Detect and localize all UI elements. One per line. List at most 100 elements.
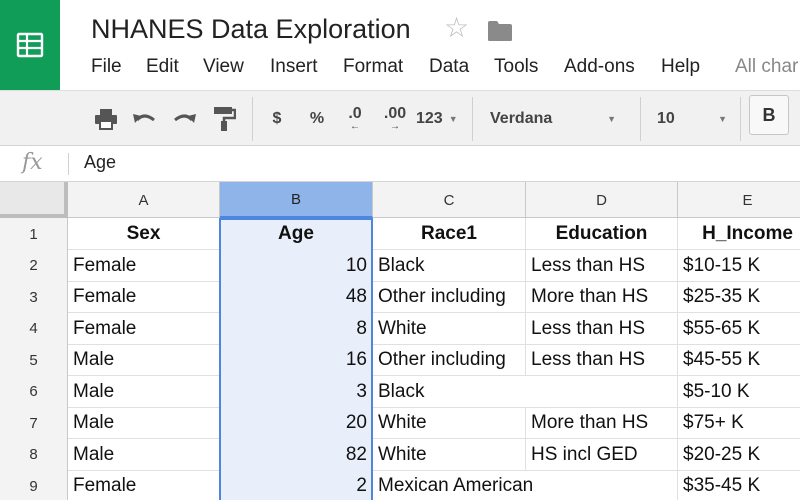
cell-c2[interactable]: Black (373, 249, 526, 282)
cell-b1[interactable]: Age (220, 218, 373, 250)
row-header[interactable]: 7 (0, 407, 68, 439)
cell-e6[interactable]: $5-10 K (678, 376, 800, 408)
menu-tools[interactable]: Tools (494, 56, 538, 78)
cell-c6[interactable]: Black (373, 376, 526, 408)
cell-c7[interactable]: White (373, 407, 526, 439)
cell-c4[interactable]: White (373, 312, 526, 345)
menu-edit[interactable]: Edit (146, 56, 179, 78)
table-row: 9 Female 2 Mexican American $35-45 K (0, 470, 800, 500)
cell-b5[interactable]: 16 (220, 344, 373, 376)
row-header[interactable]: 6 (0, 375, 68, 408)
menu-help[interactable]: Help (661, 56, 700, 78)
increase-decimal-button[interactable]: .00 → (380, 101, 410, 137)
redo-icon[interactable] (170, 101, 198, 137)
column-header-b[interactable]: B (220, 182, 373, 218)
menu-addons[interactable]: Add-ons (564, 56, 635, 78)
column-header-d[interactable]: D (526, 182, 678, 218)
row-header[interactable]: 4 (0, 312, 68, 345)
column-header-c[interactable]: C (373, 182, 526, 218)
cell-d5[interactable]: Less than HS (526, 344, 678, 376)
cell-b6[interactable]: 3 (220, 375, 373, 408)
cell-a2[interactable]: Female (68, 249, 220, 282)
cell-e7[interactable]: $75+ K (678, 407, 800, 439)
cell-b7[interactable]: 20 (220, 407, 373, 439)
cell-d6[interactable] (526, 375, 678, 408)
table-row: 1 Sex Age Race1 Education H_Income (0, 218, 800, 250)
cell-d1[interactable]: Education (526, 218, 678, 250)
column-header-a[interactable]: A (68, 182, 220, 218)
menu-data[interactable]: Data (429, 56, 469, 78)
font-size-dropdown[interactable]: 10 ▼ (657, 101, 727, 137)
cell-b2[interactable]: 10 (220, 249, 373, 282)
cell-b9[interactable]: 2 (220, 470, 373, 500)
all-changes-saved-link[interactable]: All char (735, 56, 798, 78)
cell-d2[interactable]: Less than HS (526, 249, 678, 282)
toolbar-divider (740, 97, 741, 141)
row-header[interactable]: 9 (0, 470, 68, 500)
cell-c3[interactable]: Other including (373, 281, 526, 313)
cell-e3[interactable]: $25-35 K (678, 281, 800, 313)
cell-e8[interactable]: $20-25 K (678, 439, 800, 471)
cell-c9[interactable]: Mexican American (373, 470, 533, 500)
paint-format-icon[interactable] (210, 101, 238, 137)
arrow-left-icon: ← (350, 121, 360, 132)
cell-c8[interactable]: White (373, 438, 526, 471)
cell-b3[interactable]: 48 (220, 281, 373, 313)
cell-a7[interactable]: Male (68, 407, 220, 439)
percent-format-button[interactable]: % (305, 101, 329, 137)
title-bar: NHANES Data Exploration ☆ File Edit View… (0, 0, 800, 90)
arrow-right-icon: → (390, 121, 400, 132)
cell-e5[interactable]: $45-55 K (678, 344, 800, 376)
menu-view[interactable]: View (203, 56, 244, 78)
cell-a3[interactable]: Female (68, 281, 220, 313)
table-row: 5 Male 16 Other including Less than HS $45-55… (0, 344, 800, 376)
cell-a4[interactable]: Female (68, 312, 220, 345)
cell-d3[interactable]: More than HS (526, 281, 678, 313)
menu-insert[interactable]: Insert (270, 56, 318, 78)
font-family-dropdown[interactable]: Verdana ▼ (490, 101, 616, 137)
cell-e9[interactable]: $35-45 K (678, 470, 800, 500)
cell-e4[interactable]: $55-65 K (678, 313, 800, 345)
row-header[interactable]: 3 (0, 281, 68, 313)
currency-format-button[interactable]: $ (266, 101, 288, 137)
cell-c1[interactable]: Race1 (373, 218, 526, 250)
cell-b8[interactable]: 82 (220, 438, 373, 471)
select-all-corner[interactable] (0, 182, 68, 218)
cell-a1[interactable]: Sex (68, 218, 220, 250)
menu-file[interactable]: File (91, 56, 122, 78)
cell-e2[interactable]: $10-15 K (678, 250, 800, 282)
decrease-decimal-button[interactable]: .0 ← (340, 101, 370, 137)
undo-icon[interactable] (131, 101, 159, 137)
decrease-decimal-label: .0 (348, 105, 362, 122)
cell-d8[interactable]: HS incl GED (526, 438, 678, 471)
cell-a9[interactable]: Female (68, 470, 220, 500)
table-row: 8 Male 82 White HS incl GED $20-25 K (0, 438, 800, 471)
cell-b4[interactable]: 8 (220, 312, 373, 345)
toolbar-divider (472, 97, 473, 141)
cell-a6[interactable]: Male (68, 375, 220, 408)
caret-down-icon: ▼ (718, 114, 727, 124)
cell-a5[interactable]: Male (68, 344, 220, 376)
folder-icon[interactable] (487, 20, 513, 42)
cell-d7[interactable]: More than HS (526, 407, 678, 439)
cell-d9[interactable] (526, 470, 678, 500)
formula-input[interactable]: Age (84, 152, 116, 173)
sheets-logo-icon[interactable] (0, 0, 60, 90)
more-formats-label: 123 (416, 110, 443, 127)
print-icon[interactable] (92, 101, 120, 137)
cell-e1[interactable]: H_Income (678, 218, 800, 250)
cell-d4[interactable]: Less than HS (526, 312, 678, 345)
spreadsheet-grid[interactable]: ABCDE 1 Sex Age Race1 Education H_Income 2 Fema… (0, 182, 800, 500)
row-header[interactable]: 2 (0, 249, 68, 282)
document-title[interactable]: NHANES Data Exploration (91, 14, 411, 45)
cell-c5[interactable]: Other including (373, 344, 526, 376)
more-formats-dropdown[interactable]: 123 ▼ (416, 101, 458, 137)
row-header[interactable]: 5 (0, 344, 68, 376)
menu-format[interactable]: Format (343, 56, 403, 78)
column-header-e[interactable]: E (678, 182, 800, 218)
bold-button[interactable]: B (749, 95, 789, 135)
row-header[interactable]: 8 (0, 438, 68, 471)
cell-a8[interactable]: Male (68, 438, 220, 471)
row-header[interactable]: 1 (0, 218, 68, 250)
star-icon[interactable]: ☆ (444, 14, 469, 42)
